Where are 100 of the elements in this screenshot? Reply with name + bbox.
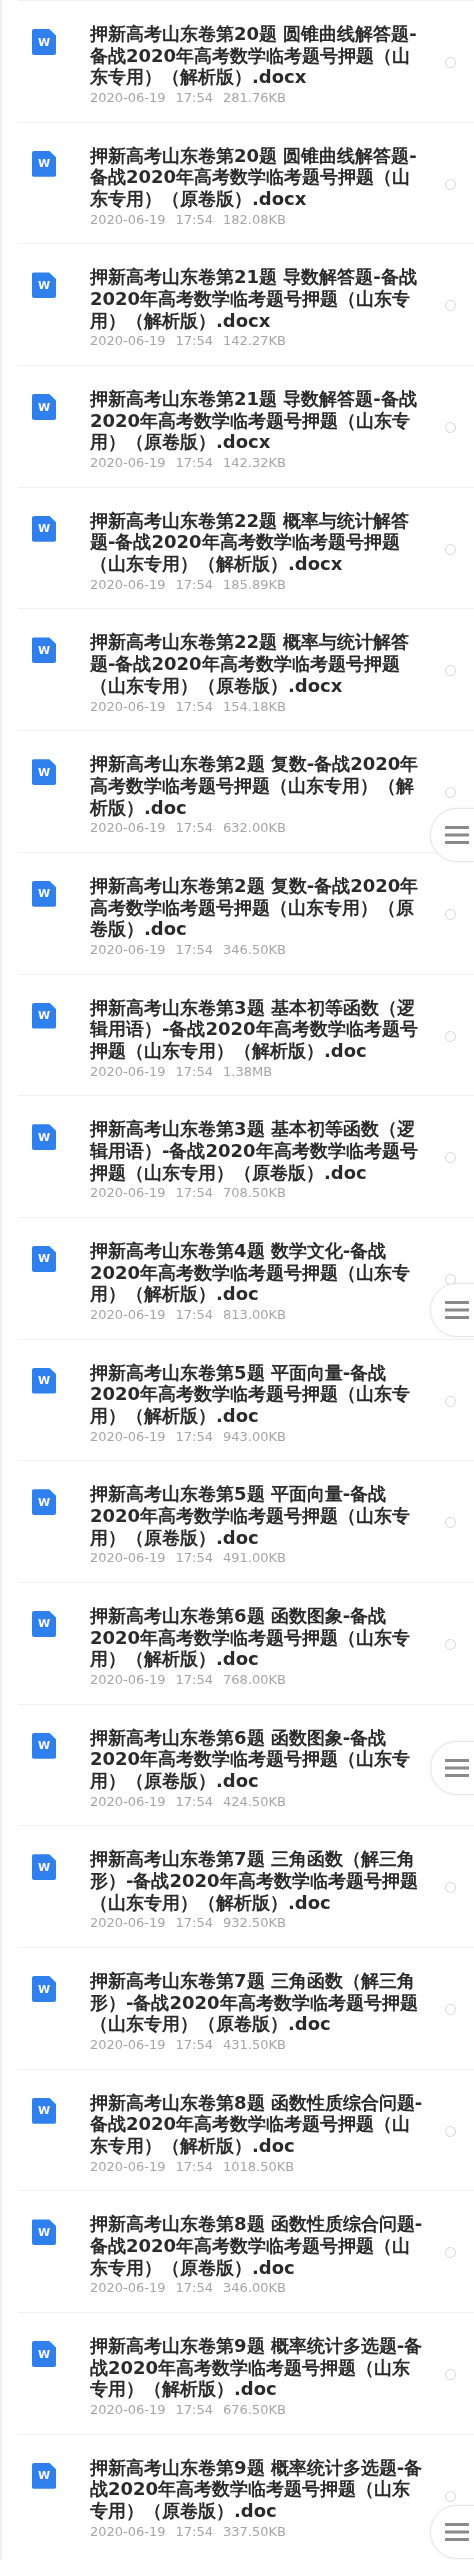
- word-file-icon: W: [32, 637, 56, 664]
- file-size: 142.32KB: [223, 455, 286, 471]
- file-time: 17:54: [175, 2402, 214, 2418]
- file-date: 2020-06-19: [90, 1428, 166, 1444]
- file-name[interactable]: 押新高考山东卷第9题 概率统计多选题-备战2020年高考数学临考题号押题（山东专用）（解析版）.doc: [90, 2335, 425, 2401]
- file-size: 932.50KB: [223, 1915, 286, 1931]
- menu-icon: [445, 1759, 469, 1777]
- file-size: 346.50KB: [223, 941, 286, 957]
- file-name[interactable]: 押新高考山东卷第5题 平面向量-备战2020年高考数学临考题号押题（山东专用）（解析版）.doc: [90, 1361, 425, 1427]
- word-file-icon: W: [32, 1976, 56, 2002]
- file-date: 2020-06-19: [90, 1063, 166, 1079]
- file-date: 2020-06-19: [90, 1550, 166, 1566]
- file-date: 2020-06-19: [90, 820, 166, 836]
- word-file-icon: W: [32, 2341, 56, 2368]
- file-size: 154.18KB: [223, 698, 286, 714]
- file-name[interactable]: 押新高考山东卷第21题 导数解答题-备战2020年高考数学临考题号押题（山东专用）（原卷版）.docx: [90, 388, 425, 454]
- word-file-icon: W: [32, 1245, 56, 1272]
- word-file-icon: W: [32, 1002, 56, 1029]
- file-date: 2020-06-19: [90, 2523, 166, 2539]
- file-time: 17:54: [175, 1428, 214, 1444]
- menu-icon: [445, 1301, 469, 1319]
- file-time: 17:54: [175, 2158, 214, 2174]
- file-time: 17:54: [175, 698, 214, 714]
- file-time: 17:54: [175, 941, 214, 957]
- file-name[interactable]: 押新高考山东卷第22题 概率与统计解答题-备战2020年高考数学临考题号押题（山东专用）（原卷版）.docx: [90, 631, 425, 697]
- file-date: 2020-06-19: [90, 1672, 166, 1688]
- word-file-icon: W: [32, 1367, 56, 1394]
- file-date: 2020-06-19: [90, 1307, 166, 1322]
- file-time: 17:54: [175, 455, 214, 471]
- file-name[interactable]: 押新高考山东卷第8题 函数性质综合问题-备战2020年高考数学临考题号押题（山东专用）（原卷版）.doc: [90, 2213, 425, 2279]
- file-size: 142.27KB: [223, 333, 286, 349]
- word-file-icon: W: [32, 880, 56, 907]
- file-time: 17:54: [175, 1307, 214, 1322]
- file-size: 943.00KB: [223, 1428, 286, 1444]
- file-date: 2020-06-19: [90, 211, 166, 227]
- file-time: 17:54: [175, 1793, 214, 1809]
- file-time: 17:54: [175, 1550, 214, 1566]
- file-name[interactable]: 押新高考山东卷第7题 三角函数（解三角形）-备战2020年高考数学临考题号押题（山东专用）（原卷版）.doc: [90, 1970, 425, 2036]
- word-file-icon: W: [32, 2219, 56, 2246]
- file-size: 281.76KB: [223, 90, 286, 106]
- word-file-icon: W: [32, 1489, 56, 1516]
- file-time: 17:54: [175, 576, 214, 592]
- file-time: 17:54: [175, 1915, 214, 1931]
- file-time: 17:54: [175, 820, 214, 836]
- file-size: 337.50KB: [223, 2523, 286, 2539]
- word-file-icon: W: [32, 1854, 56, 1881]
- word-file-icon: W: [32, 2097, 56, 2124]
- word-file-icon: W: [32, 1610, 56, 1637]
- word-file-icon: W: [32, 29, 56, 55]
- word-file-icon: W: [32, 1732, 56, 1759]
- word-file-icon: W: [32, 2462, 56, 2489]
- menu-icon: [445, 2523, 469, 2541]
- file-date: 2020-06-19: [90, 1185, 166, 1201]
- file-size: 768.00KB: [223, 1672, 286, 1688]
- file-time: 17:54: [175, 2280, 214, 2296]
- file-size: 424.50KB: [223, 1793, 286, 1809]
- word-file-icon: W: [32, 759, 56, 786]
- file-date: 2020-06-19: [90, 333, 166, 349]
- file-size: 182.08KB: [223, 211, 286, 227]
- file-date: 2020-06-19: [90, 2280, 166, 2296]
- file-name[interactable]: 押新高考山东卷第4题 数学文化-备战2020年高考数学临考题号押题（山东专用）（解析版）.doc: [90, 1239, 425, 1305]
- file-time: 17:54: [175, 2523, 214, 2539]
- file-time: 17:54: [175, 1063, 214, 1079]
- file-name[interactable]: 押新高考山东卷第2题 复数-备战2020年高考数学临考题号押题（山东专用）（解析版）.doc: [90, 753, 425, 819]
- word-file-icon: W: [32, 1124, 56, 1151]
- file-name[interactable]: 押新高考山东卷第5题 平面向量-备战2020年高考数学临考题号押题（山东专用）（原卷版）.doc: [90, 1483, 425, 1549]
- file-name[interactable]: 押新高考山东卷第8题 函数性质综合问题-备战2020年高考数学临考题号押题（山东专用）（解析版）.doc: [90, 2091, 425, 2157]
- word-file-icon: W: [32, 515, 56, 542]
- file-name[interactable]: 押新高考山东卷第3题 基本初等函数（逻辑用语）-备战2020年高考数学临考题号押题（山东专用）（解析版）.doc: [90, 996, 425, 1062]
- file-size: 1018.50KB: [223, 2158, 295, 2174]
- file-size: 185.89KB: [223, 576, 286, 592]
- file-size: 676.50KB: [223, 2402, 286, 2418]
- file-size: 632.00KB: [223, 820, 286, 836]
- menu-icon: [445, 826, 469, 844]
- file-size: 346.00KB: [223, 2280, 286, 2296]
- file-date: 2020-06-19: [90, 576, 166, 592]
- file-name[interactable]: 押新高考山东卷第3题 基本初等函数（逻辑用语）-备战2020年高考数学临考题号押题（山东专用）（原卷版）.doc: [90, 1118, 425, 1184]
- file-time: 17:54: [175, 333, 214, 349]
- file-name[interactable]: 押新高考山东卷第6题 函数图象-备战2020年高考数学临考题号押题（山东专用）（原卷版）.doc: [90, 1726, 425, 1792]
- file-name[interactable]: 押新高考山东卷第20题 圆锥曲线解答题-备战2020年高考数学临考题号押题（山东专用）（原卷版）.docx: [90, 144, 425, 210]
- file-date: 2020-06-19: [90, 1915, 166, 1931]
- file-name[interactable]: 押新高考山东卷第21题 导数解答题-备战2020年高考数学临考题号押题（山东专用）（解析版）.docx: [90, 266, 425, 332]
- file-size: 491.00KB: [223, 1550, 286, 1566]
- file-date: 2020-06-19: [90, 90, 166, 106]
- file-name[interactable]: 押新高考山东卷第20题 圆锥曲线解答题-备战2020年高考数学临考题号押题（山东专用）（解析版）.docx: [90, 23, 425, 89]
- file-name[interactable]: 押新高考山东卷第7题 三角函数（解三角形）-备战2020年高考数学临考题号押题（山东专用）（解析版）.doc: [90, 1848, 425, 1914]
- file-date: 2020-06-19: [90, 941, 166, 957]
- file-name[interactable]: 押新高考山东卷第6题 函数图象-备战2020年高考数学临考题号押题（山东专用）（解析版）.doc: [90, 1604, 425, 1671]
- file-time: 17:54: [175, 211, 214, 227]
- file-name[interactable]: 押新高考山东卷第22题 概率与统计解答题-备战2020年高考数学临考题号押题（山东专用）（解析版）.docx: [90, 509, 425, 575]
- file-time: 17:54: [175, 90, 214, 106]
- file-time: 17:54: [175, 1185, 214, 1201]
- file-size: 1.38MB: [223, 1063, 273, 1079]
- file-size: 431.50KB: [223, 2037, 286, 2053]
- file-date: 2020-06-19: [90, 2037, 166, 2053]
- file-date: 2020-06-19: [90, 698, 166, 714]
- file-name[interactable]: 押新高考山东卷第9题 概率统计多选题-备战2020年高考数学临考题号押题（山东专用）（原卷版）.doc: [90, 2456, 425, 2522]
- file-date: 2020-06-19: [90, 455, 166, 471]
- file-size: 708.50KB: [223, 1185, 286, 1201]
- file-name[interactable]: 押新高考山东卷第2题 复数-备战2020年高考数学临考题号押题（山东专用）（原卷版）.doc: [90, 874, 425, 940]
